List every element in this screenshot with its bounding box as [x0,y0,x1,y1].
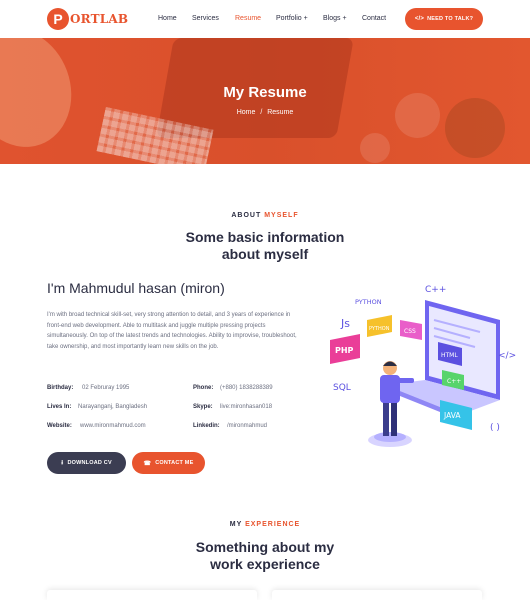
experience-tag-prefix: MY [229,521,243,528]
lives-in-value: Narayanganj, Bangladesh [78,404,148,410]
need-to-talk-label: NEED TO TALK? [427,16,474,22]
phone-icon: ☎ [143,460,152,467]
website-label: Website: [47,423,72,429]
tag-cpp-floating: C++ [425,285,446,295]
svg-text:PHP: PHP [335,346,354,355]
tag-brace: ( ) [490,423,500,433]
experience-tag-accent: EXPERIENCE [245,521,301,528]
top-navbar: P ORTLAB Home Services Resume Portfolio … [0,0,530,38]
svg-text:C++: C++ [447,378,461,385]
svg-text:PYTHON: PYTHON [369,326,390,332]
skype-label: Skype: [193,404,213,410]
cup-background-image [360,133,390,163]
experience-heading-line1: Something about my [195,539,335,555]
about-heading-line1: Some basic information [185,229,345,245]
svg-text:JAVA: JAVA [443,411,461,420]
breadcrumb-home[interactable]: Home [237,109,256,116]
download-icon: ⭳ [61,460,64,466]
code-icon: </> [414,16,425,22]
experience-heading: Something about my work experience [0,539,530,573]
contact-me-button[interactable]: ☎ CONTACT ME [132,452,205,474]
nav-item-services[interactable]: Services [192,15,219,22]
birthday-label: Birthday: [47,385,74,391]
experience-heading-line2: work experience [210,556,320,572]
page-title: My Resume [223,84,307,101]
site-logo[interactable]: P ORTLAB [47,8,128,30]
download-cv-button[interactable]: ⭳ DOWNLOAD CV [47,452,126,474]
tag-python-box: PYTHON [367,315,392,337]
tag-python-floating: PYTHON [355,298,382,306]
tag-css-box: CSS [400,320,422,340]
about-heading-line2: about myself [221,246,309,262]
need-to-talk-button[interactable]: </> NEED TO TALK? [405,8,483,30]
nav-item-home[interactable]: Home [158,15,177,22]
linkedin-value[interactable]: /mironmahmud [227,423,267,429]
about-heading: Some basic information about myself [0,229,530,263]
about-section-tag: ABOUT MYSELF [0,212,530,219]
nav-item-blogs[interactable]: Blogs + [323,15,347,22]
experience-section-tag: MY EXPERIENCE [0,521,530,528]
birthday-value: 02 Februray 1995 [82,385,130,391]
page-hero-banner: My Resume Home / Resume [0,38,530,164]
about-tag-prefix: ABOUT [231,212,262,219]
contact-me-label: CONTACT ME [155,460,194,466]
phone-label: Phone: [193,385,214,391]
experience-card [47,590,257,600]
tag-js: Js [340,317,350,330]
skype-value: live:mironhasan018 [220,404,273,410]
profile-bio: I'm with broad technical skill-set, very… [47,312,297,350]
svg-text:CSS: CSS [404,328,416,335]
about-tag-accent: MYSELF [264,212,299,219]
website-value[interactable]: www.mironmahmud.com [80,423,146,429]
breadcrumb: Home / Resume [0,109,530,116]
experience-card [272,590,482,600]
download-cv-label: DOWNLOAD CV [67,460,112,466]
svg-text:Js: Js [340,317,350,330]
phone-value: (+880) 1838288389 [220,385,273,391]
breadcrumb-current: Resume [267,109,294,116]
tag-sql: SQL [333,383,351,393]
developer-figure [368,361,414,447]
breadcrumb-separator: / [260,109,263,116]
tag-code: </> [498,351,516,361]
tag-php-box: PHP [330,334,360,364]
nav-item-resume[interactable]: Resume [235,15,261,22]
plant-background-image [445,98,505,158]
logo-text: ORTLAB [70,12,129,26]
profile-name: I'm Mahmudul hasan (miron) [47,280,225,296]
linkedin-label: Linkedin: [193,423,220,429]
lives-in-label: Lives In: [47,404,72,410]
nav-item-contact[interactable]: Contact [362,15,386,22]
nav-item-portfolio[interactable]: Portfolio + [276,15,308,22]
logo-mark: P [47,8,69,30]
developer-illustration: Js PYTHON C++ PYTHON CSS PHP HTML C++ JA… [330,285,516,447]
svg-text:HTML: HTML [441,352,458,359]
